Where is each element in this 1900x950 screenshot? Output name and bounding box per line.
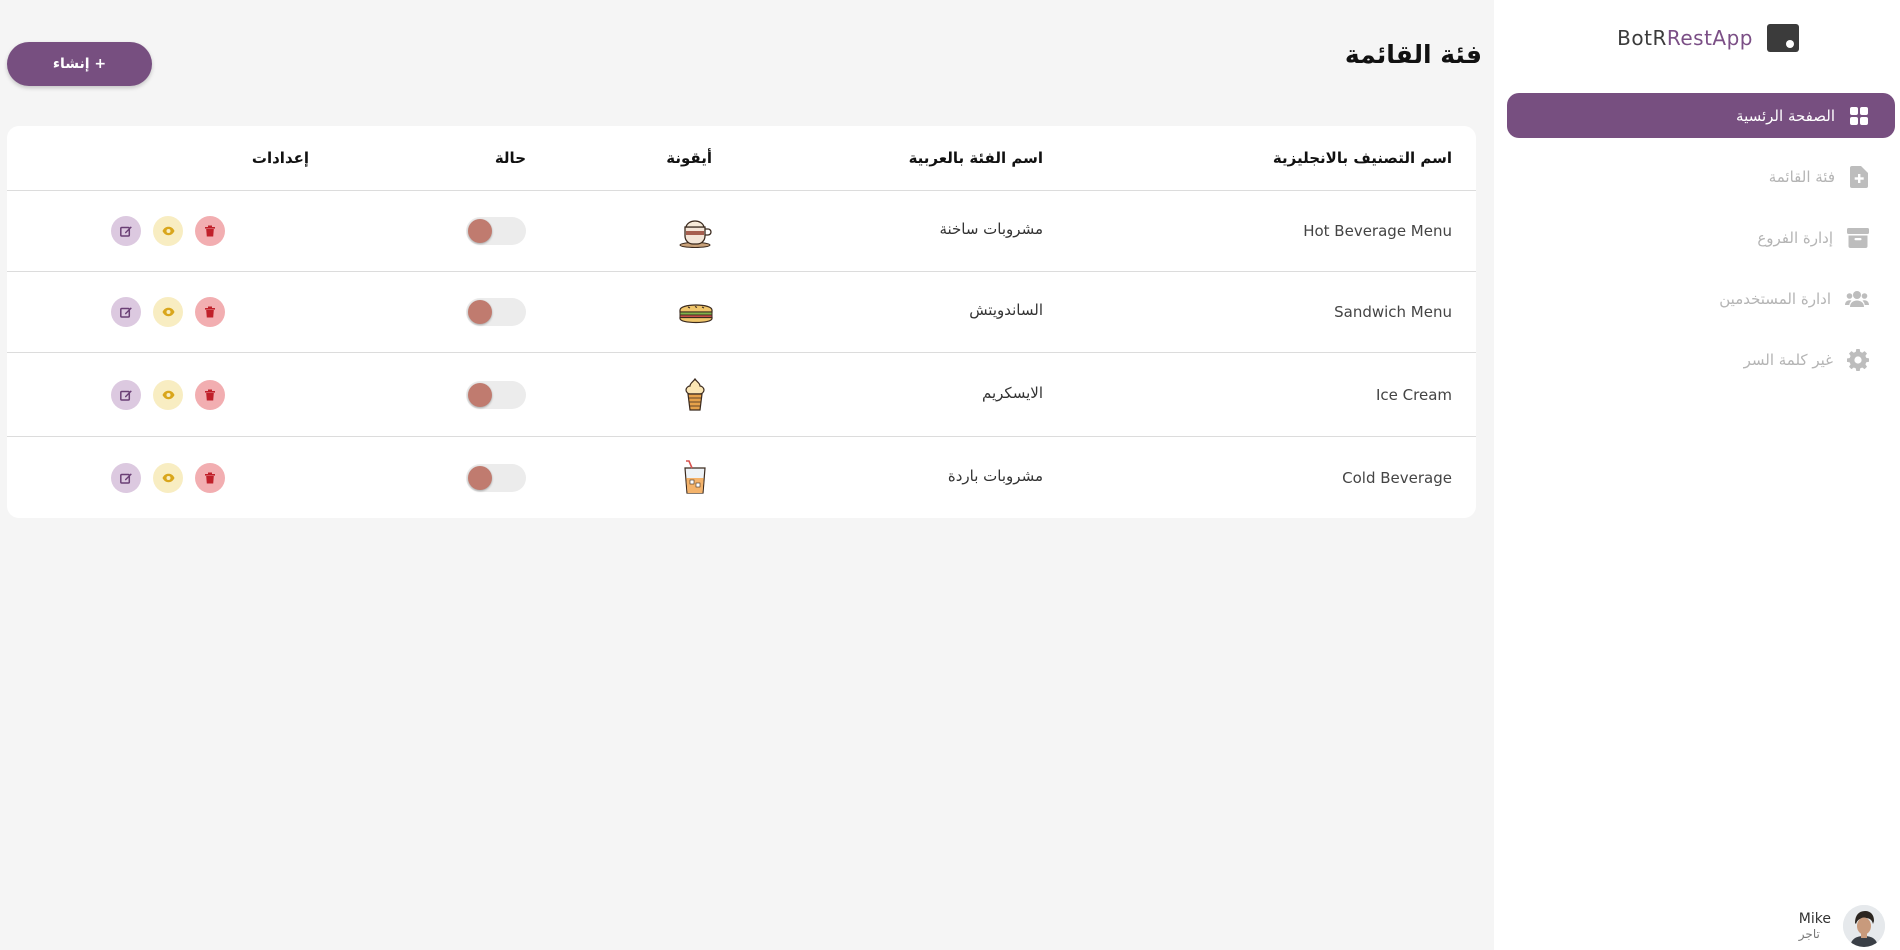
eye-icon: [162, 307, 174, 317]
trash-icon: [205, 306, 215, 318]
eye-icon: [162, 473, 174, 483]
trash-icon: [205, 225, 215, 237]
table-row: Cold Beverage مشروبات باردة: [7, 437, 1476, 518]
view-button[interactable]: [153, 297, 183, 327]
sidebar-item-label: ادارة المستخدمين: [1719, 289, 1831, 308]
brand-name: BotRRestApp: [1617, 26, 1753, 50]
status-toggle[interactable]: [466, 464, 526, 492]
trash-icon: [205, 472, 215, 484]
eye-icon: [162, 226, 174, 236]
file-plus-icon: [1850, 165, 1868, 188]
user-role: تاجر: [1798, 927, 1820, 941]
sidebar-item-home[interactable]: الصفحة الرئسية: [1507, 93, 1895, 138]
table-row: Ice Cream الايسكريم: [7, 353, 1476, 437]
status-toggle[interactable]: [466, 381, 526, 409]
sidebar-item-label: غير كلمة السر: [1743, 350, 1833, 369]
cell-name-en: Cold Beverage: [1342, 469, 1452, 487]
hot-coffee-cup-icon: [679, 220, 712, 248]
sidebar-item-label: فئة القائمة: [1768, 167, 1835, 186]
edit-icon: [120, 390, 132, 401]
col-header-settings: إعدادات: [251, 149, 309, 167]
sidebar-item-label: إدارة الفروع: [1757, 228, 1833, 247]
gear-icon: [1847, 348, 1869, 371]
delete-button[interactable]: [195, 463, 225, 493]
col-header-name-ar: اسم الفئة بالعربية: [908, 149, 1043, 167]
table-row: Sandwich Menu الساندويتش: [7, 272, 1476, 353]
dashboard-grid-icon: [1850, 106, 1868, 125]
sidebar-item-branches[interactable]: إدارة الفروع: [1507, 215, 1895, 260]
edit-icon: [120, 226, 132, 237]
ice-cream-icon: [685, 377, 705, 411]
view-button[interactable]: [153, 216, 183, 246]
brand[interactable]: BotRRestApp: [1617, 24, 1799, 52]
edit-icon: [120, 473, 132, 484]
cell-name-ar: الايسكريم: [982, 384, 1043, 402]
view-button[interactable]: [153, 463, 183, 493]
users-icon: [1845, 290, 1869, 307]
user-profile[interactable]: Mike تاجر: [1799, 905, 1885, 947]
edit-button[interactable]: [111, 216, 141, 246]
sidebar-item-users[interactable]: ادارة المستخدمين: [1507, 276, 1895, 321]
edit-button[interactable]: [111, 463, 141, 493]
edit-icon: [120, 307, 132, 318]
cell-name-en: Hot Beverage Menu: [1303, 222, 1452, 240]
col-header-name-en: اسم التصنيف بالانجليزية: [1272, 149, 1452, 167]
brand-logo-icon: [1767, 24, 1799, 52]
user-name: Mike: [1798, 911, 1831, 927]
edit-button[interactable]: [111, 380, 141, 410]
sidebar-nav: الصفحة الرئسية فئة القائمة إدارة الفروع: [1494, 93, 1900, 398]
sandwich-icon: [679, 304, 713, 324]
cold-drink-icon: [684, 460, 706, 494]
view-button[interactable]: [153, 380, 183, 410]
sidebar: BotRRestApp الصفحة الرئسية فئة القائمة إ: [1494, 0, 1900, 950]
toggle-knob: [468, 383, 492, 407]
edit-button[interactable]: [111, 297, 141, 327]
trash-icon: [205, 389, 215, 401]
cell-name-en: Sandwich Menu: [1334, 303, 1452, 321]
eye-icon: [162, 390, 174, 400]
cell-name-ar: مشروبات باردة: [947, 467, 1043, 485]
cell-name-en: Ice Cream: [1375, 386, 1452, 404]
page-title: فئة القائمة: [1344, 40, 1482, 69]
col-header-icon: أيقونة: [666, 149, 712, 167]
archive-box-icon: [1847, 227, 1869, 248]
toggle-knob: [468, 466, 492, 490]
sidebar-item-label: الصفحة الرئسية: [1736, 106, 1835, 125]
avatar: [1843, 905, 1885, 947]
sidebar-item-change-password[interactable]: غير كلمة السر: [1507, 337, 1895, 382]
col-header-status: حالة: [494, 149, 526, 167]
delete-button[interactable]: [195, 216, 225, 246]
categories-table: اسم التصنيف بالانجليزية اسم الفئة بالعرب…: [7, 126, 1476, 518]
delete-button[interactable]: [195, 380, 225, 410]
sidebar-item-menu-category[interactable]: فئة القائمة: [1507, 154, 1895, 199]
cell-name-ar: مشروبات ساخنة: [939, 220, 1043, 238]
table-row: Hot Beverage Menu مشروبات ساخنة: [7, 191, 1476, 272]
toggle-knob: [468, 300, 492, 324]
create-button[interactable]: إنشاء +: [7, 42, 152, 86]
delete-button[interactable]: [195, 297, 225, 327]
cell-name-ar: الساندويتش: [969, 301, 1043, 319]
status-toggle[interactable]: [466, 217, 526, 245]
status-toggle[interactable]: [466, 298, 526, 326]
table-header: اسم التصنيف بالانجليزية اسم الفئة بالعرب…: [7, 126, 1476, 191]
toggle-knob: [468, 219, 492, 243]
